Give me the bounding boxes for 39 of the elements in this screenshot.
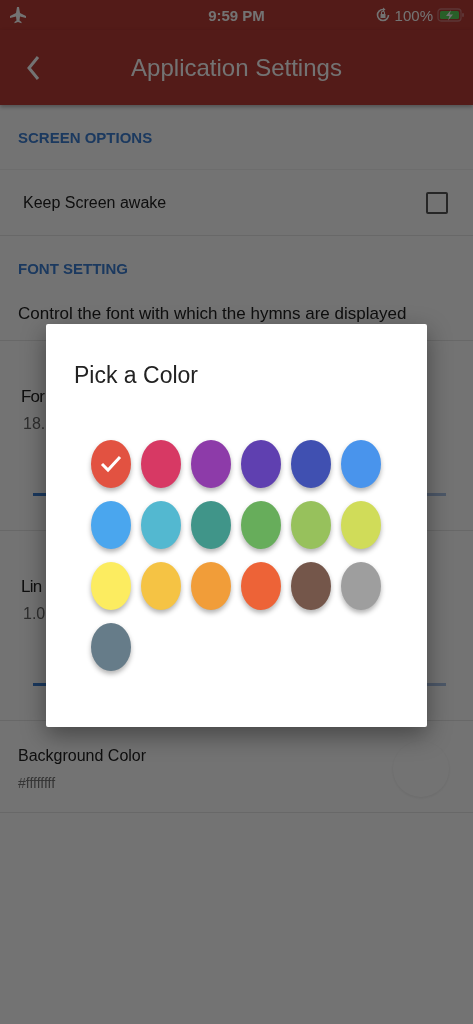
color-swatch[interactable] (141, 501, 181, 549)
color-swatch[interactable] (141, 562, 181, 610)
color-swatch[interactable] (191, 562, 231, 610)
battery-percentage: 100% (394, 6, 433, 24)
section-heading: SCREEN OPTIONS (17, 128, 154, 148)
color-swatch[interactable] (341, 501, 381, 549)
color-swatch[interactable] (241, 501, 281, 549)
color-swatch[interactable] (241, 562, 281, 610)
color-swatch[interactable] (91, 562, 131, 610)
checkmark-icon (100, 455, 122, 473)
color-swatch[interactable] (341, 440, 381, 488)
back-button[interactable] (26, 54, 40, 81)
color-swatch[interactable] (341, 562, 381, 610)
status-time: 9:59 PM (208, 6, 265, 24)
color-swatch[interactable] (91, 501, 131, 549)
color-swatch[interactable] (141, 440, 181, 488)
setting-value: 18. (23, 415, 47, 433)
color-swatch[interactable] (241, 440, 281, 488)
battery-charging-icon (437, 7, 465, 23)
color-swatch[interactable] (91, 440, 131, 488)
setting-label: Lin (21, 577, 43, 597)
dialog-title: Pick a Color (73, 361, 199, 390)
chevron-left-icon (26, 54, 40, 81)
setting-label: For (21, 387, 46, 407)
color-swatch[interactable] (91, 623, 131, 671)
color-swatch[interactable] (291, 440, 331, 488)
color-swatch[interactable] (291, 562, 331, 610)
color-swatch[interactable] (191, 440, 231, 488)
color-swatch[interactable] (191, 501, 231, 549)
setting-label: Background Color (18, 747, 147, 765)
rotation-lock-icon (374, 7, 391, 23)
checkbox[interactable] (426, 191, 448, 214)
setting-value: 1.0 (23, 605, 47, 623)
airplane-icon (8, 6, 28, 24)
color-swatch[interactable] (291, 501, 331, 549)
color-hex-value: #ffffffff (18, 775, 57, 791)
section-heading: FONT SETTING (17, 259, 129, 279)
screen-title: Application Settings (130, 53, 343, 82)
setting-label: Keep Screen awake (23, 193, 167, 212)
